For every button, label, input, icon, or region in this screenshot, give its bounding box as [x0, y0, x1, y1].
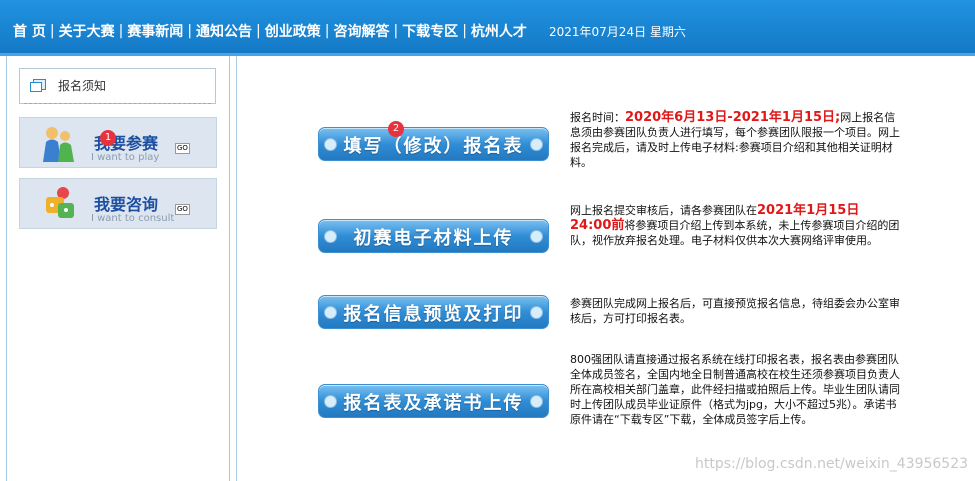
join-sublabel: I want to play: [91, 152, 160, 163]
content-divider: [236, 56, 237, 481]
button-bullet-icon: [530, 138, 543, 151]
nav-separator: |: [118, 23, 124, 39]
nav-policy[interactable]: 创业政策: [265, 21, 321, 41]
fill-registration-form-button[interactable]: 填写（修改）报名表 2: [318, 121, 549, 161]
button-label: 初赛电子材料上传: [353, 228, 514, 249]
current-date: 2021年07月24日 星期六: [549, 25, 686, 39]
nav-separator: |: [393, 23, 399, 39]
desc-prefix: 报名时间：: [570, 111, 625, 124]
button-label: 报名信息预览及打印: [343, 304, 524, 325]
nav-downloads[interactable]: 下载专区: [402, 21, 458, 41]
registration-notice-link[interactable]: 报名须知: [19, 68, 216, 104]
nav-separator: |: [187, 23, 193, 39]
nav-about[interactable]: 关于大赛: [59, 21, 115, 41]
go-icon: GO: [175, 204, 190, 215]
nav-talent[interactable]: 杭州人才: [471, 21, 527, 41]
form-upload-description: 800强团队请直接通过报名系统在线打印报名表，报名表由参赛团队全体成员签名，全国…: [570, 353, 900, 426]
preview-print-button[interactable]: 报名信息预览及打印: [318, 295, 549, 329]
preview-print-description: 参赛团队完成网上报名后，可直接预览报名信息，待组委会办公室审核后，方可打印报名表…: [570, 297, 900, 325]
button-bullet-icon: [530, 230, 543, 243]
upload-form-commitment-button[interactable]: 报名表及承诺书上传: [318, 384, 549, 418]
go-icon: GO: [175, 143, 190, 154]
notice-label: 报名须知: [58, 79, 107, 93]
nav-separator: |: [324, 23, 330, 39]
people-icon: [43, 127, 74, 162]
dashed-divider: [24, 103, 211, 104]
main-nav: 首 页 | 关于大赛 | 赛事新闻 | 通知公告 | 创业政策 | 咨询解答 |…: [13, 21, 527, 41]
consult-sublabel: I want to consult: [91, 213, 175, 224]
nav-separator: |: [256, 23, 261, 39]
chat-icon: [46, 187, 74, 218]
button-bullet-icon: [530, 395, 543, 408]
nav-faq[interactable]: 咨询解答: [333, 21, 389, 41]
registration-time-description: 报名时间：2020年6月13日-2021年1月15日;网上报名信息须由参赛团队负…: [570, 110, 900, 170]
nav-notices[interactable]: 通知公告: [196, 21, 252, 41]
nav-separator: |: [49, 23, 55, 39]
join-competition-link[interactable]: 我要参赛 I want to play GO 1: [19, 117, 217, 168]
notification-badge: 1: [100, 130, 116, 146]
nav-separator: |: [462, 23, 467, 39]
button-label: 报名表及承诺书上传: [343, 393, 524, 414]
desc-prefix: 网上报名提交审核后，请各参赛团队在: [570, 204, 757, 217]
button-label: 填写（修改）报名表: [343, 136, 524, 157]
consult-link[interactable]: 我要咨询 I want to consult GO: [19, 178, 217, 229]
document-icon: [30, 79, 46, 92]
consult-label: 我要咨询: [94, 195, 159, 214]
button-bullet-icon: [530, 306, 543, 319]
materials-upload-description: 网上报名提交审核后，请各参赛团队在2021年1月15日24:00前将参赛项目介绍…: [570, 203, 900, 248]
nav-home[interactable]: 首 页: [13, 21, 46, 41]
upload-materials-button[interactable]: 初赛电子材料上传: [318, 219, 549, 253]
nav-news[interactable]: 赛事新闻: [127, 21, 183, 41]
notification-badge: 2: [388, 121, 404, 137]
watermark: https://blog.csdn.net/weixin_43956523: [695, 456, 969, 472]
registration-period: 2020年6月13日-2021年1月15日;: [625, 110, 841, 125]
